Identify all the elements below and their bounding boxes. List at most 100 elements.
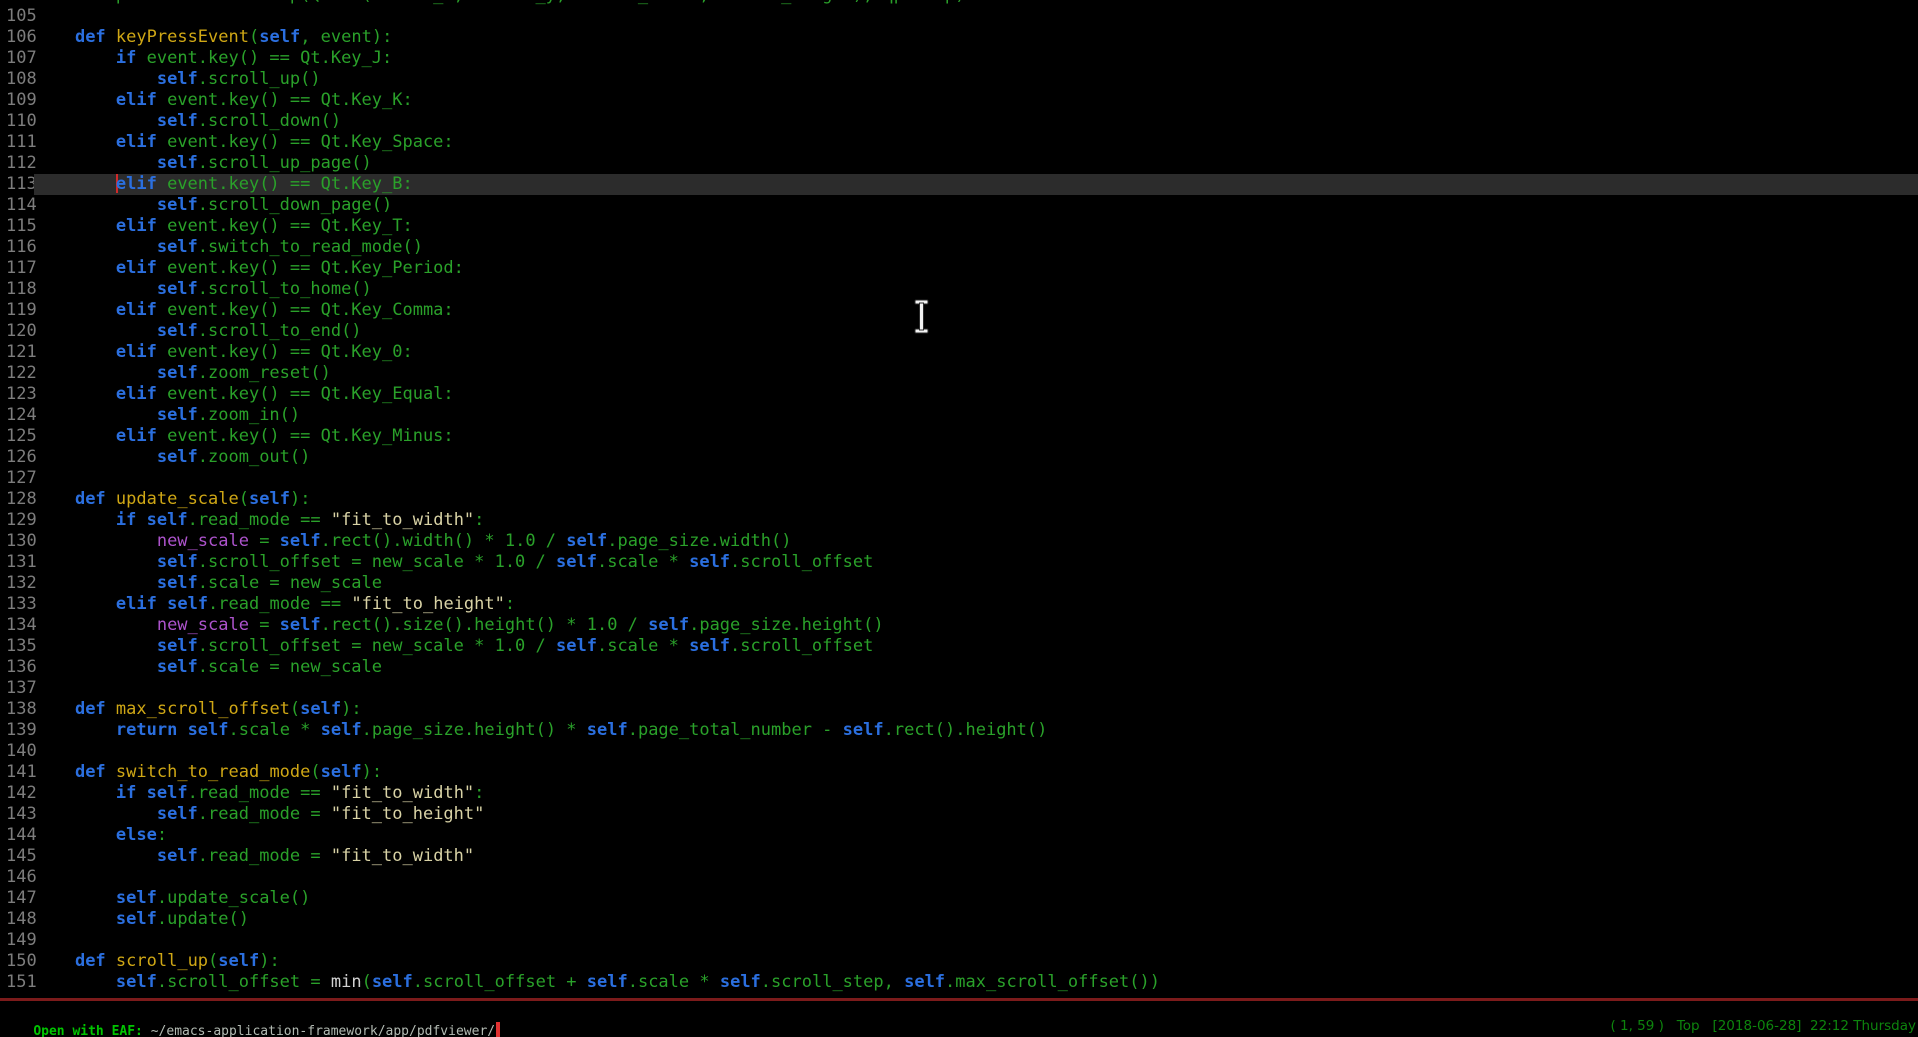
code-text: self.scroll_offset = new_scale * 1.0 / s… xyxy=(34,552,1918,573)
code-line-110[interactable]: 110 self.scroll_down() xyxy=(0,111,1918,132)
code-line-130[interactable]: 130 new_scale = self.rect().width() * 1.… xyxy=(0,531,1918,552)
line-number: 137 xyxy=(0,678,34,699)
token-k: elif xyxy=(116,426,157,446)
token-d: .scale * xyxy=(597,552,689,572)
code-line-123[interactable]: 123 elif event.key() == Qt.Key_Equal: xyxy=(0,384,1918,405)
token-d: .page_total_number - xyxy=(628,720,843,740)
line-number: 147 xyxy=(0,888,34,909)
code-editor[interactable]: painter.drawPixmap(QRect(render_x, rende… xyxy=(0,0,1918,993)
token-d: event.key() == Qt.Key_Equal: xyxy=(157,384,454,404)
code-text xyxy=(34,930,1918,951)
code-line-116[interactable]: 116 self.switch_to_read_mode() xyxy=(0,237,1918,258)
token-k: if xyxy=(116,510,136,530)
code-line-151[interactable]: 151 self.scroll_offset = min(self.scroll… xyxy=(0,972,1918,993)
code-line-148[interactable]: 148 self.update() xyxy=(0,909,1918,930)
code-line-107[interactable]: 107 if event.key() == Qt.Key_J: xyxy=(0,48,1918,69)
code-line-142[interactable]: 142 if self.read_mode == "fit_to_width": xyxy=(0,783,1918,804)
minibuffer[interactable]: Open with EAF: ~/emacs-application-frame… xyxy=(2,1002,500,1022)
token-d xyxy=(34,426,116,446)
token-d xyxy=(34,342,116,362)
line-number: 136 xyxy=(0,657,34,678)
code-text: return self.scale * self.page_size.heigh… xyxy=(34,720,1918,741)
token-d xyxy=(34,804,157,824)
code-line-133[interactable]: 133 elif self.read_mode == "fit_to_heigh… xyxy=(0,594,1918,615)
token-k: self xyxy=(157,573,198,593)
code-text xyxy=(34,867,1918,888)
code-line-115[interactable]: 115 elif event.key() == Qt.Key_T: xyxy=(0,216,1918,237)
code-line-137[interactable]: 137 xyxy=(0,678,1918,699)
token-d xyxy=(136,510,146,530)
code-line-146[interactable]: 146 xyxy=(0,867,1918,888)
code-text: elif event.key() == Qt.Key_Space: xyxy=(34,132,1918,153)
code-line-126[interactable]: 126 self.zoom_out() xyxy=(0,447,1918,468)
token-d: .scale * xyxy=(628,972,720,992)
code-text: self.update_scale() xyxy=(34,888,1918,909)
code-line-105[interactable]: 105 xyxy=(0,6,1918,27)
token-d: .scroll_offset = new_scale * 1.0 / xyxy=(198,552,556,572)
code-line-129[interactable]: 129 if self.read_mode == "fit_to_width": xyxy=(0,510,1918,531)
code-line-138[interactable]: 138 def max_scroll_offset(self): xyxy=(0,699,1918,720)
code-line-112[interactable]: 112 self.scroll_up_page() xyxy=(0,153,1918,174)
token-k: if xyxy=(116,783,136,803)
code-line-108[interactable]: 108 self.scroll_up() xyxy=(0,69,1918,90)
token-d xyxy=(34,405,157,425)
code-line-140[interactable]: 140 xyxy=(0,741,1918,762)
code-text: def switch_to_read_mode(self): xyxy=(34,762,1918,783)
token-fn: switch_to_read_mode xyxy=(116,762,310,782)
token-k: self xyxy=(556,552,597,572)
token-d: ( xyxy=(290,699,300,719)
token-k: self xyxy=(157,321,198,341)
token-d: .zoom_in() xyxy=(198,405,300,425)
code-line-128[interactable]: 128 def update_scale(self): xyxy=(0,489,1918,510)
token-d xyxy=(34,888,116,908)
code-line-144[interactable]: 144 else: xyxy=(0,825,1918,846)
code-line-131[interactable]: 131 self.scroll_offset = new_scale * 1.0… xyxy=(0,552,1918,573)
token-k: self xyxy=(157,447,198,467)
code-line-134[interactable]: 134 new_scale = self.rect().size().heigh… xyxy=(0,615,1918,636)
code-text: elif event.key() == Qt.Key_Minus: xyxy=(34,426,1918,447)
code-line-150[interactable]: 150 def scroll_up(self): xyxy=(0,951,1918,972)
code-line-132[interactable]: 132 self.scale = new_scale xyxy=(0,573,1918,594)
code-line-127[interactable]: 127 xyxy=(0,468,1918,489)
code-line-118[interactable]: 118 self.scroll_to_home() xyxy=(0,279,1918,300)
code-line-119[interactable]: 119 elif event.key() == Qt.Key_Comma: xyxy=(0,300,1918,321)
code-line-114[interactable]: 114 self.scroll_down_page() xyxy=(0,195,1918,216)
code-line-125[interactable]: 125 elif event.key() == Qt.Key_Minus: xyxy=(0,426,1918,447)
token-k: self xyxy=(116,888,157,908)
token-d xyxy=(34,909,116,929)
code-line-111[interactable]: 111 elif event.key() == Qt.Key_Space: xyxy=(0,132,1918,153)
code-line-135[interactable]: 135 self.scroll_offset = new_scale * 1.0… xyxy=(0,636,1918,657)
code-line-120[interactable]: 120 self.scroll_to_end() xyxy=(0,321,1918,342)
minibuffer-prompt: Open with EAF: xyxy=(33,1024,150,1037)
token-d xyxy=(34,720,116,740)
code-line-149[interactable]: 149 xyxy=(0,930,1918,951)
code-line-124[interactable]: 124 self.zoom_in() xyxy=(0,405,1918,426)
token-d xyxy=(34,972,116,992)
token-d: .read_mode == xyxy=(188,783,331,803)
token-k: self xyxy=(321,720,362,740)
code-line-109[interactable]: 109 elif event.key() == Qt.Key_K: xyxy=(0,90,1918,111)
code-line-106[interactable]: 106 def keyPressEvent(self, event): xyxy=(0,27,1918,48)
line-number: 145 xyxy=(0,846,34,867)
code-line-145[interactable]: 145 self.read_mode = "fit_to_width" xyxy=(0,846,1918,867)
code-text: self.scroll_down() xyxy=(34,111,1918,132)
token-b: min xyxy=(331,972,362,992)
code-line-113[interactable]: 113 elif event.key() == Qt.Key_B: xyxy=(0,174,1918,195)
token-k: elif xyxy=(116,300,157,320)
code-line-143[interactable]: 143 self.read_mode = "fit_to_height" xyxy=(0,804,1918,825)
minibuffer-input[interactable]: ~/emacs-application-framework/app/pdfvie… xyxy=(151,1024,495,1037)
token-k: self xyxy=(280,531,321,551)
line-number: 114 xyxy=(0,195,34,216)
code-line-117[interactable]: 117 elif event.key() == Qt.Key_Period: xyxy=(0,258,1918,279)
token-s: "fit_to_height" xyxy=(331,804,485,824)
code-line-136[interactable]: 136 self.scale = new_scale xyxy=(0,657,1918,678)
token-d: .scroll_up() xyxy=(198,69,321,89)
line-number: 122 xyxy=(0,363,34,384)
code-line-141[interactable]: 141 def switch_to_read_mode(self): xyxy=(0,762,1918,783)
code-line-139[interactable]: 139 return self.scale * self.page_size.h… xyxy=(0,720,1918,741)
code-line-147[interactable]: 147 self.update_scale() xyxy=(0,888,1918,909)
line-number: 133 xyxy=(0,594,34,615)
code-line-121[interactable]: 121 elif event.key() == Qt.Key_0: xyxy=(0,342,1918,363)
line-number: 108 xyxy=(0,69,34,90)
code-line-122[interactable]: 122 self.zoom_reset() xyxy=(0,363,1918,384)
